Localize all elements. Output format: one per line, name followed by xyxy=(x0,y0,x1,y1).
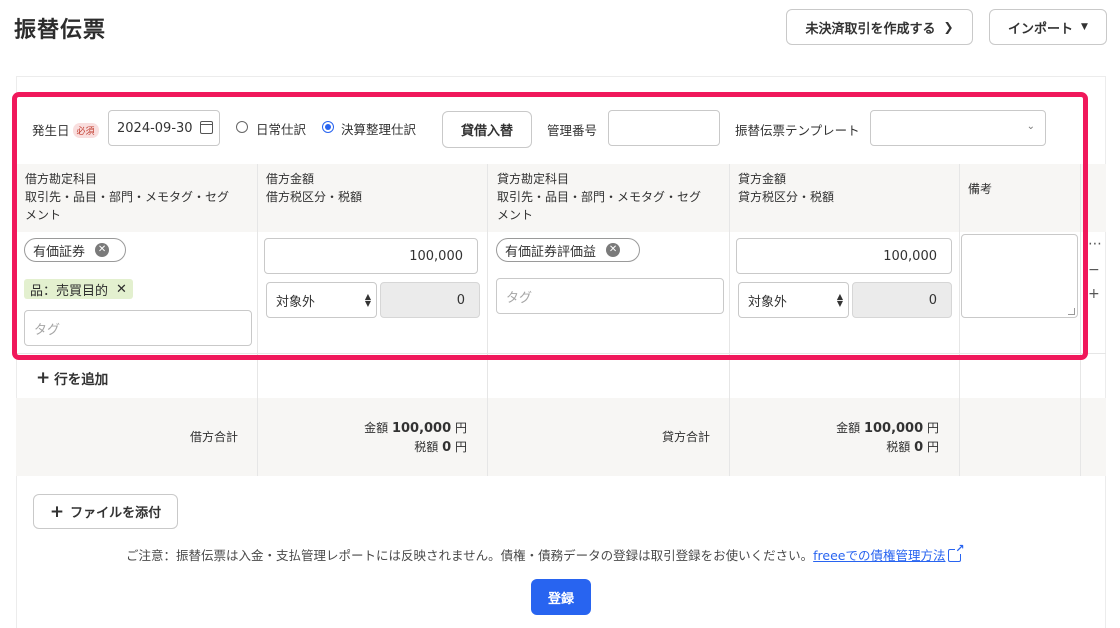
plus-icon[interactable]: + xyxy=(1088,286,1100,302)
attach-file-label: ファイルを添付 xyxy=(70,506,162,521)
import-label: インポート xyxy=(1008,21,1074,37)
credit-total-amount: 100,000 xyxy=(863,421,924,436)
highlight-frame xyxy=(12,92,1088,360)
col-divider xyxy=(959,398,960,476)
external-link-icon[interactable] xyxy=(948,543,965,562)
create-unsettled-label: 未決済取引を作成する xyxy=(805,21,936,37)
unit: 円 xyxy=(454,440,467,454)
notice-text: ご注意：振替伝票は入金・支払管理レポートには反映されません。債権・債務データの登… xyxy=(126,543,965,564)
debit-total-tax: 0 xyxy=(442,440,452,455)
credit-total: 金額 100,000 円 税額 0 円 xyxy=(802,419,939,457)
col-divider xyxy=(487,398,488,476)
debit-total: 金額 100,000 円 税額 0 円 xyxy=(330,419,467,457)
unit: 円 xyxy=(926,421,939,435)
tax-prefix: 税額 xyxy=(886,440,911,454)
totals-row xyxy=(16,398,1106,476)
add-row-label: 行を追加 xyxy=(54,372,109,388)
more-icon[interactable]: ⋯ xyxy=(1088,236,1102,252)
create-unsettled-button[interactable]: 未決済取引を作成する ❯ xyxy=(786,9,973,45)
plus-icon: + xyxy=(36,368,51,388)
debit-total-amount: 100,000 xyxy=(391,421,452,436)
add-row-button[interactable]: + 行を追加 xyxy=(36,368,108,388)
credit-total-tax: 0 xyxy=(914,440,924,455)
tax-prefix: 税額 xyxy=(414,440,439,454)
credit-total-label: 貸方合計 xyxy=(662,430,711,444)
unit: 円 xyxy=(926,440,939,454)
col-divider xyxy=(257,398,258,476)
caret-down-icon: ▼ xyxy=(1081,22,1088,32)
col-divider xyxy=(1080,398,1081,476)
chevron-right-icon: ❯ xyxy=(943,20,954,34)
import-button[interactable]: インポート ▼ xyxy=(989,9,1107,45)
attach-file-button[interactable]: + ファイルを添付 xyxy=(33,494,178,529)
amount-prefix: 金額 xyxy=(364,421,389,435)
submit-button[interactable]: 登録 xyxy=(531,579,591,615)
plus-icon: + xyxy=(49,501,65,522)
page-title: 振替伝票 xyxy=(14,18,107,43)
minus-icon[interactable]: − xyxy=(1088,262,1100,278)
help-link[interactable]: freeeでの債権管理方法 xyxy=(813,548,945,563)
amount-prefix: 金額 xyxy=(836,421,861,435)
col-divider xyxy=(729,398,730,476)
debit-total-label: 借方合計 xyxy=(190,430,239,444)
unit: 円 xyxy=(454,421,467,435)
notice-message: ご注意：振替伝票は入金・支払管理レポートには反映されません。債権・債務データの登… xyxy=(126,548,814,563)
